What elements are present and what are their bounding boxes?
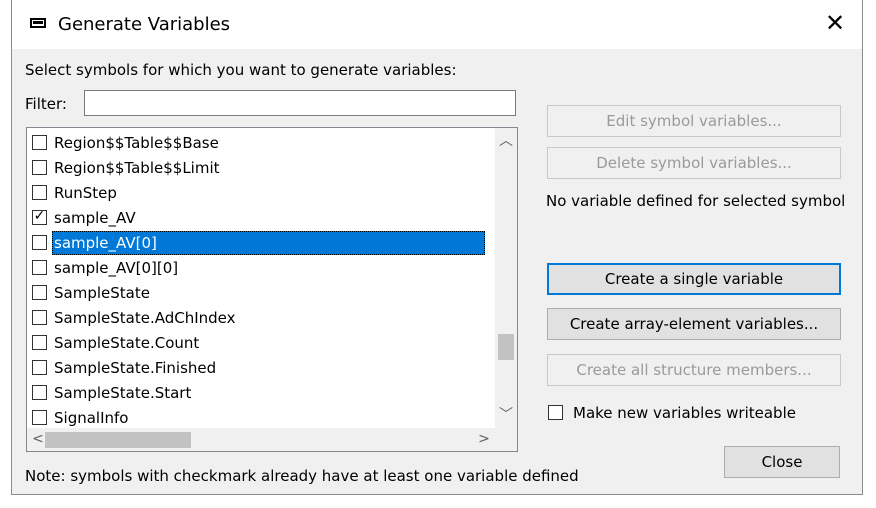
symbol-checkbox[interactable] xyxy=(32,185,47,200)
symbol-row[interactable]: SampleState.Count xyxy=(27,331,490,356)
symbol-checkbox[interactable] xyxy=(32,410,47,425)
create-structure-members-button[interactable]: Create all structure members... xyxy=(547,354,841,386)
symbol-label[interactable]: sample_AV xyxy=(52,206,485,230)
create-array-element-variables-button[interactable]: Create array-element variables... xyxy=(547,308,841,340)
symbol-row[interactable]: SampleState.AdChIndex xyxy=(27,306,490,331)
window-app-icon xyxy=(30,18,46,28)
instructions-label: Select symbols for which you want to gen… xyxy=(25,61,457,79)
symbol-checkbox[interactable]: ✓ xyxy=(32,208,47,225)
create-single-variable-button[interactable]: Create a single variable xyxy=(547,263,841,295)
symbol-row[interactable]: Region$$Table$$Limit xyxy=(27,156,490,181)
scrollbar-corner xyxy=(495,428,517,451)
symbol-label[interactable]: RunStep xyxy=(52,181,485,205)
symbol-row[interactable]: RunStep xyxy=(27,181,490,206)
symbol-label[interactable]: SampleState.Count xyxy=(52,331,485,355)
symbol-checkbox[interactable] xyxy=(32,310,47,325)
filter-label: Filter: xyxy=(25,95,67,113)
symbol-row[interactable]: SampleState xyxy=(27,281,490,306)
edit-symbol-variables-button[interactable]: Edit symbol variables... xyxy=(547,105,841,137)
symbol-label[interactable]: Region$$Table$$Base xyxy=(52,131,485,155)
symbol-checkbox[interactable] xyxy=(32,235,47,250)
symbol-label[interactable]: SampleState xyxy=(52,281,485,305)
symbol-checkbox[interactable] xyxy=(32,135,47,150)
writeable-label[interactable]: Make new variables writeable xyxy=(573,404,796,422)
vertical-scrollbar[interactable]: ︿ ﹀ xyxy=(495,128,517,428)
symbol-row[interactable]: SampleState.Start xyxy=(27,381,490,406)
title-bar: Generate Variables ✕ xyxy=(12,0,862,49)
checkmark-note: Note: symbols with checkmark already hav… xyxy=(25,467,579,485)
window-title: Generate Variables xyxy=(58,14,231,35)
symbol-row[interactable]: Region$$Table$$Base xyxy=(27,131,490,156)
symbol-label[interactable]: sample_AV[0][0] xyxy=(52,256,485,280)
horizontal-scrollbar[interactable]: < > xyxy=(27,428,495,451)
writeable-checkbox[interactable] xyxy=(548,405,563,420)
delete-symbol-variables-button[interactable]: Delete symbol variables... xyxy=(547,147,841,179)
scroll-up-icon[interactable]: ︿ xyxy=(495,130,517,152)
symbol-checkbox[interactable] xyxy=(32,385,47,400)
checkmark-icon: ✓ xyxy=(33,208,46,224)
symbol-label[interactable]: sample_AV[0] xyxy=(52,231,485,255)
symbol-checkbox[interactable] xyxy=(32,335,47,350)
scroll-right-icon[interactable]: > xyxy=(473,428,495,450)
close-button[interactable]: Close xyxy=(724,446,840,478)
selection-status-text: No variable defined for selected symbol xyxy=(546,192,846,210)
vertical-scroll-thumb[interactable] xyxy=(498,334,514,360)
symbol-checkbox[interactable] xyxy=(32,360,47,375)
filter-input[interactable] xyxy=(84,90,516,116)
close-icon[interactable]: ✕ xyxy=(822,10,848,36)
symbol-row[interactable]: sample_AV[0][0] xyxy=(27,256,490,281)
symbol-label[interactable]: SampleState.Start xyxy=(52,381,485,405)
symbol-row[interactable]: ✓ sample_AV xyxy=(27,206,490,231)
scroll-down-icon[interactable]: ﹀ xyxy=(495,404,517,426)
symbol-label[interactable]: SampleState.AdChIndex xyxy=(52,306,485,330)
symbol-row[interactable]: SampleState.Finished xyxy=(27,356,490,381)
symbol-list[interactable]: Region$$Table$$Base Region$$Table$$Limit R… xyxy=(26,127,518,452)
symbol-row[interactable]: sample_AV[0] xyxy=(27,231,490,256)
symbol-checkbox[interactable] xyxy=(32,285,47,300)
symbol-checkbox[interactable] xyxy=(32,160,47,175)
horizontal-scroll-thumb[interactable] xyxy=(45,432,191,448)
symbol-label[interactable]: Region$$Table$$Limit xyxy=(52,156,485,180)
symbol-label[interactable]: SignalInfo xyxy=(52,406,485,430)
generate-variables-dialog: Generate Variables ✕ Select symbols for … xyxy=(11,0,863,495)
symbol-label[interactable]: SampleState.Finished xyxy=(52,356,485,380)
symbol-checkbox[interactable] xyxy=(32,260,47,275)
